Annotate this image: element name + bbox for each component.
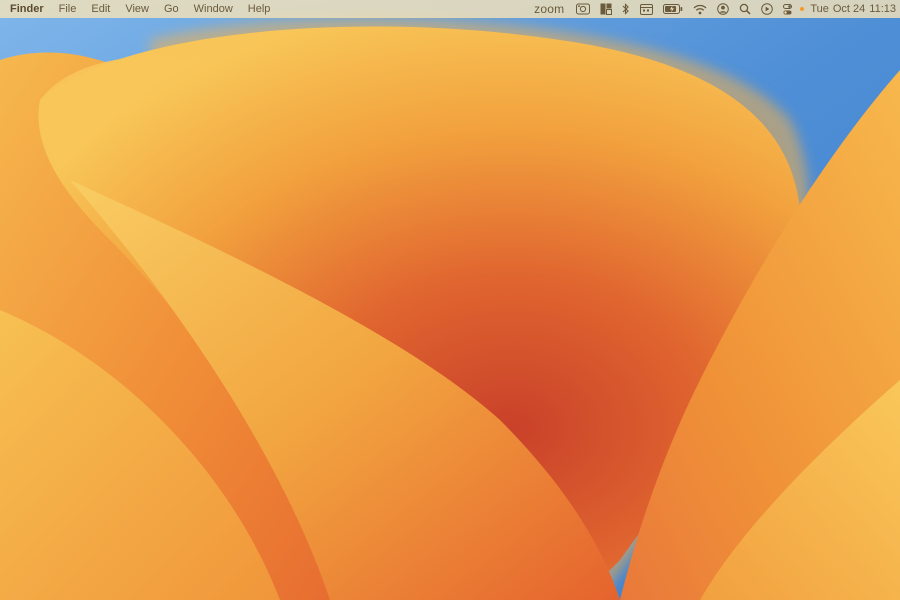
menu-file[interactable]: File bbox=[59, 0, 77, 18]
clock-date: Oct 24 bbox=[832, 3, 866, 15]
bluetooth-icon[interactable] bbox=[622, 0, 630, 18]
menu-bar: Finder File Edit View Go Window Help zoo… bbox=[0, 0, 900, 18]
calendar-icon[interactable] bbox=[640, 0, 654, 18]
menu-go[interactable]: Go bbox=[164, 0, 179, 18]
play-icon[interactable] bbox=[761, 0, 774, 18]
menu-bar-right: zoom Tue Oct 24 11:13 bbox=[534, 0, 900, 18]
zoom-status-item[interactable]: zoom bbox=[534, 2, 564, 16]
menu-window[interactable]: Window bbox=[194, 0, 233, 18]
menu-help[interactable]: Help bbox=[248, 0, 271, 18]
clock-time: 11:13 bbox=[869, 3, 896, 15]
spotlight-search-icon[interactable] bbox=[739, 0, 751, 18]
control-center-icon[interactable] bbox=[783, 0, 796, 18]
menu-edit[interactable]: Edit bbox=[91, 0, 110, 18]
clock-day: Tue bbox=[810, 3, 829, 15]
app-menu-finder[interactable]: Finder bbox=[10, 0, 44, 18]
battery-icon[interactable] bbox=[663, 0, 683, 18]
recording-indicator bbox=[800, 7, 805, 11]
desktop[interactable]: Finder File Edit View Go Window Help zoo… bbox=[0, 0, 900, 600]
wallpaper bbox=[0, 0, 900, 600]
menu-view[interactable]: View bbox=[125, 0, 149, 18]
photo-booth-icon[interactable] bbox=[576, 0, 591, 18]
user-account-icon[interactable] bbox=[717, 0, 730, 18]
wifi-icon[interactable] bbox=[693, 0, 707, 18]
window-layout-icon[interactable] bbox=[600, 0, 613, 18]
menu-bar-clock[interactable]: Tue Oct 24 11:13 bbox=[810, 0, 900, 18]
menu-bar-left: Finder File Edit View Go Window Help bbox=[10, 0, 285, 18]
